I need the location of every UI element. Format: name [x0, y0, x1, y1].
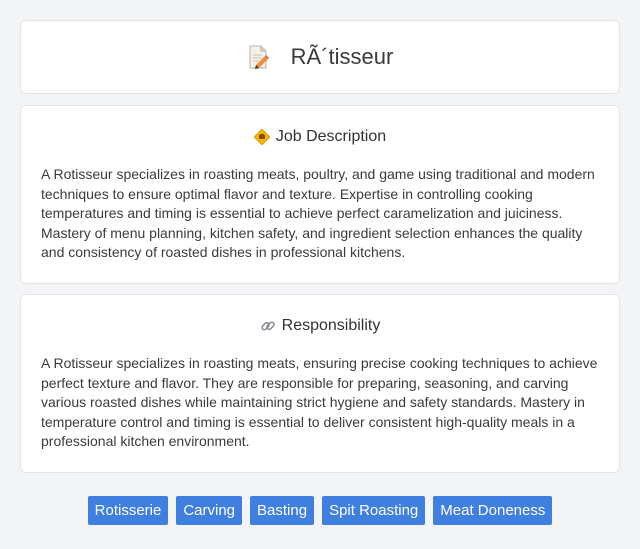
- tag-spit-roasting[interactable]: Spit Roasting: [322, 496, 426, 525]
- tag-list: Rotisserie Carving Basting Spit Roasting…: [20, 496, 620, 525]
- responsibility-heading-row: Responsibility: [41, 295, 599, 337]
- job-description-text: A Rotisseur specializes in roasting meat…: [41, 166, 595, 260]
- title-card: RÃ´tisseur: [20, 20, 620, 94]
- responsibility-text: A Rotisseur specializes in roasting meat…: [41, 355, 598, 449]
- page: RÃ´tisseur Job Description A Rotisseur s…: [0, 0, 640, 525]
- tag-basting[interactable]: Basting: [250, 496, 315, 525]
- job-description-card: Job Description A Rotisseur specializes …: [20, 105, 620, 284]
- responsibility-heading: Responsibility: [281, 317, 381, 334]
- job-description-heading-row: Job Description: [41, 106, 599, 148]
- link-icon: [260, 321, 275, 331]
- badge-icon: [253, 129, 270, 145]
- tag-carving[interactable]: Carving: [176, 496, 243, 525]
- page-title: RÃ´tisseur: [290, 44, 394, 69]
- responsibility-card: Responsibility A Rotisseur specializes i…: [20, 294, 620, 473]
- job-description-heading: Job Description: [275, 128, 387, 145]
- tag-rotisserie[interactable]: Rotisserie: [87, 496, 169, 525]
- document-pencil-icon: [249, 45, 269, 69]
- tag-meat-doneness[interactable]: Meat Doneness: [433, 496, 553, 525]
